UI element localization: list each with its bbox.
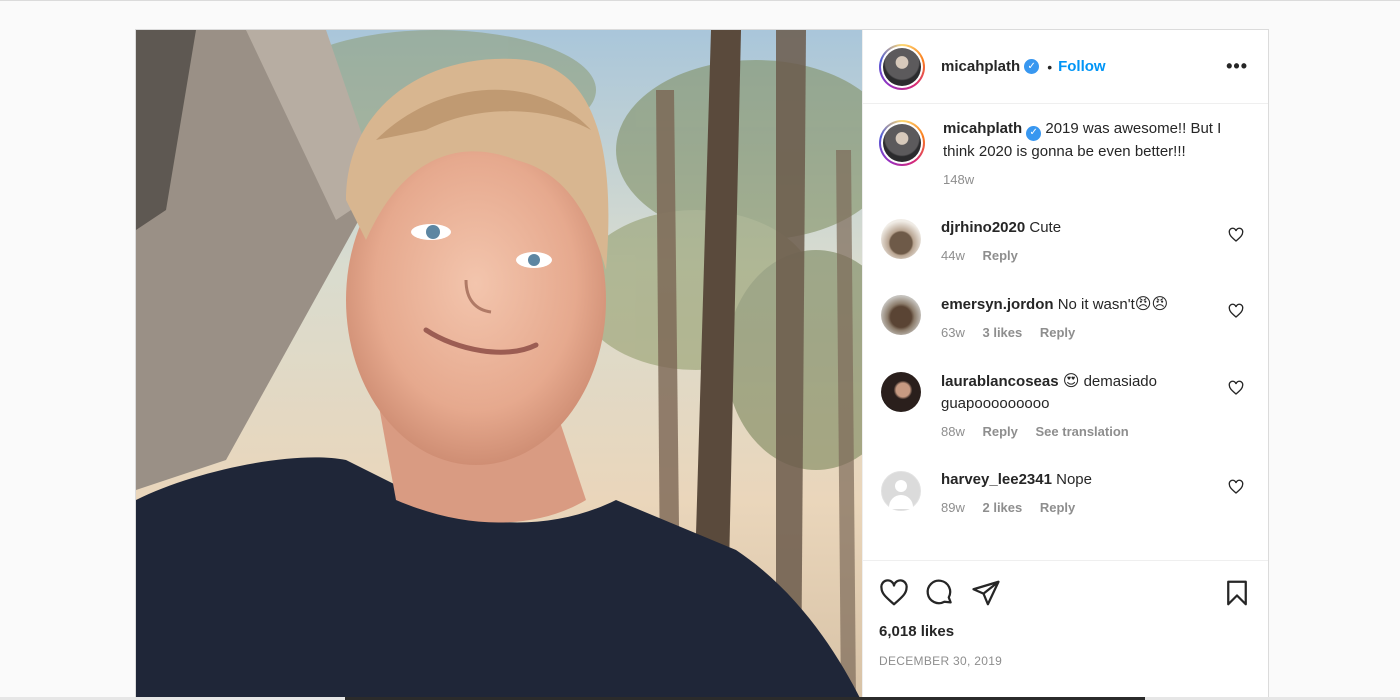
comments-list[interactable]: micahplath ✓ 2019 was awesome!! But I thi… xyxy=(863,104,1268,560)
verified-badge-icon: ✓ xyxy=(1026,125,1042,141)
post-actions: 6,018 likes DECEMBER 30, 2019 xyxy=(863,560,1268,700)
comment-like-heart-icon[interactable] xyxy=(1228,380,1244,396)
comment-username[interactable]: emersyn.jordon xyxy=(941,296,1054,313)
comment-likes[interactable]: 2 likes xyxy=(982,500,1022,515)
comment-age: 44w xyxy=(941,247,965,263)
comment-age: 89w xyxy=(941,499,965,515)
comment-text: Nope xyxy=(1056,470,1092,488)
reply-button[interactable]: Reply xyxy=(1040,325,1075,340)
verified-badge-icon: ✓ xyxy=(1024,59,1040,74)
comment-item: laurablancoseas 😍 demasiado guapoooooooo… xyxy=(879,370,1252,443)
follow-button[interactable]: Follow xyxy=(1058,58,1106,75)
post-modal: micahplath ✓ • Follow ••• micahplath ✓ 20… xyxy=(135,29,1269,700)
comment-like-heart-icon[interactable] xyxy=(1228,303,1244,319)
comment-item: emersyn.jordon No it wasn't😠😠 63w 3 like… xyxy=(879,293,1252,344)
author-avatar[interactable] xyxy=(879,43,925,90)
photo-illustration xyxy=(136,30,862,700)
post-photo[interactable] xyxy=(136,30,862,700)
bookmark-icon[interactable] xyxy=(1222,578,1252,608)
commenter-avatar[interactable] xyxy=(881,470,921,511)
commenter-avatar[interactable] xyxy=(881,294,921,335)
caption-username[interactable]: micahplath xyxy=(943,120,1022,137)
separator-dot: • xyxy=(1047,58,1053,75)
commenter-avatar[interactable] xyxy=(881,218,921,259)
comment-emoji: 😍 xyxy=(1062,370,1080,390)
comment-text: No it wasn't xyxy=(1057,295,1135,313)
post-header: micahplath ✓ • Follow ••• xyxy=(863,30,1268,104)
see-translation-button[interactable]: See translation xyxy=(1036,424,1129,439)
comment-username[interactable]: laurablancoseas xyxy=(941,373,1059,390)
post-sidebar: micahplath ✓ • Follow ••• micahplath ✓ 20… xyxy=(862,30,1268,700)
reply-button[interactable]: Reply xyxy=(982,424,1017,439)
comment-age: 88w xyxy=(941,423,965,439)
more-options-icon[interactable]: ••• xyxy=(1226,56,1252,77)
comment-text: Cute xyxy=(1029,218,1062,236)
share-icon[interactable] xyxy=(971,578,1001,608)
comment-like-heart-icon[interactable] xyxy=(1228,227,1244,243)
heart-icon[interactable] xyxy=(879,578,909,608)
comment-username[interactable]: harvey_lee2341 xyxy=(941,471,1052,488)
caption-age: 148w xyxy=(943,171,975,187)
likes-count[interactable]: 6,018 likes xyxy=(879,623,1252,640)
post-caption: micahplath ✓ 2019 was awesome!! But I thi… xyxy=(879,118,1252,191)
comment-likes[interactable]: 3 likes xyxy=(982,325,1022,340)
scroll-fade xyxy=(863,552,1268,560)
reply-button[interactable]: Reply xyxy=(1040,500,1075,515)
comment-icon[interactable] xyxy=(925,578,955,608)
comment-item: djrhino2020 Cute 44w Reply xyxy=(879,217,1252,267)
commenter-avatar[interactable] xyxy=(881,371,921,412)
comment-age: 63w xyxy=(941,324,965,340)
post-date: DECEMBER 30, 2019 xyxy=(879,654,1003,668)
caption-avatar[interactable] xyxy=(879,120,925,166)
comment-item: harvey_lee2341 Nope 89w 2 likes Reply xyxy=(879,469,1252,519)
author-username[interactable]: micahplath xyxy=(941,58,1020,75)
comment-emoji: 😠😠 xyxy=(1134,293,1169,313)
reply-button[interactable]: Reply xyxy=(982,248,1017,263)
top-divider xyxy=(0,0,1400,1)
comment-like-heart-icon[interactable] xyxy=(1228,479,1244,495)
comment-username[interactable]: djrhino2020 xyxy=(941,219,1025,236)
